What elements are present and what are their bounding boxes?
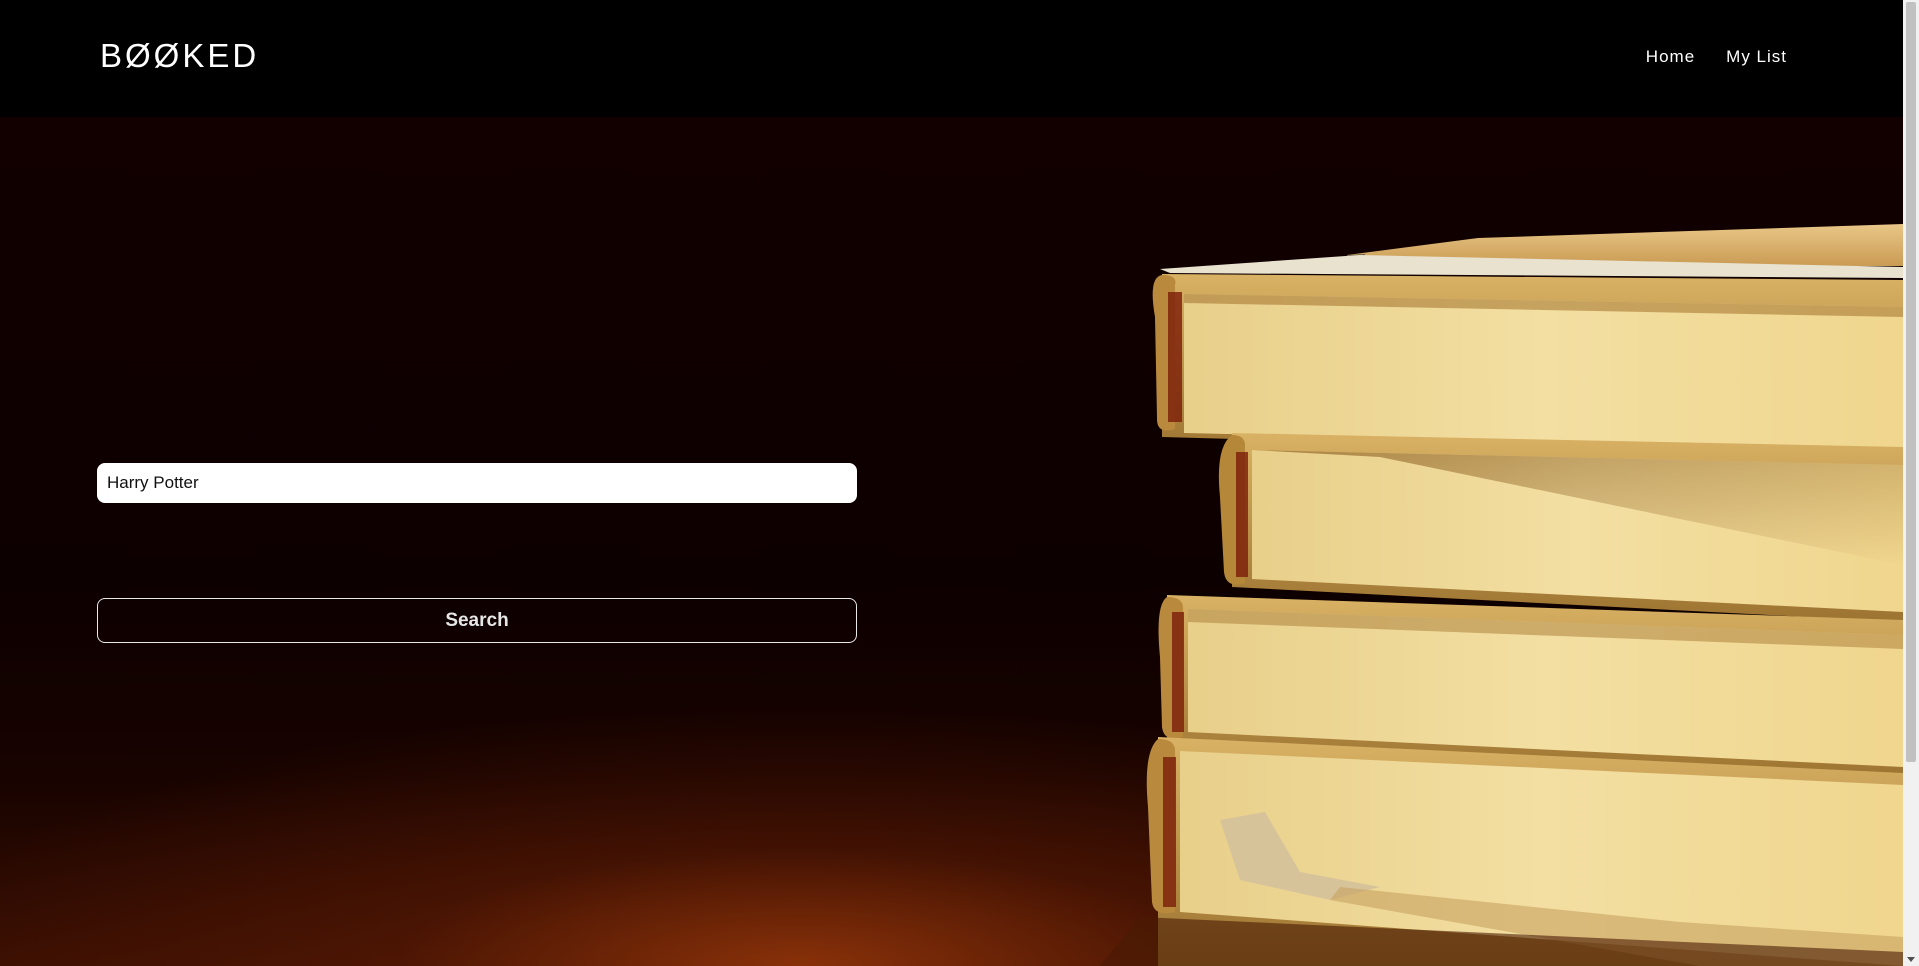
scroll-down-arrow-icon[interactable] xyxy=(1907,957,1915,962)
navbar: BØØKED Home My List xyxy=(0,0,1903,117)
search-input[interactable] xyxy=(97,463,857,503)
hero-background: Search xyxy=(0,117,1903,966)
page: BØØKED Home My List Harry Potter Search xyxy=(0,0,1919,966)
nav-links: Home My List xyxy=(1646,46,1787,68)
nav-link-home[interactable]: Home xyxy=(1646,46,1695,68)
books-stack-image xyxy=(1100,224,1903,966)
search-button[interactable]: Search xyxy=(97,598,857,643)
scrollbar-thumb[interactable] xyxy=(1906,2,1916,762)
book-1-pages xyxy=(1184,294,1903,450)
brand-logo[interactable]: BØØKED xyxy=(100,36,259,76)
nav-link-my-list[interactable]: My List xyxy=(1726,46,1787,68)
vertical-scrollbar[interactable] xyxy=(1903,0,1919,966)
